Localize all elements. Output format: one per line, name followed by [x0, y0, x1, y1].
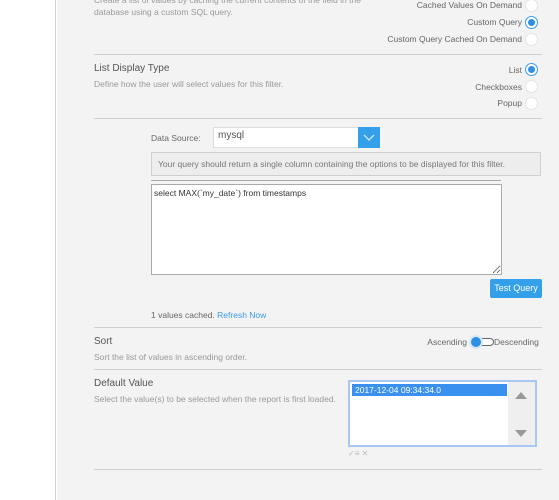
left-pane: [0, 0, 56, 500]
filter-settings-panel: Create a list of values by caching the c…: [57, 0, 559, 500]
default-value-title: Default Value: [94, 378, 154, 389]
query-info-box: Your query should return a single column…: [151, 152, 541, 176]
divider: [151, 180, 501, 181]
option-custom-query-label: Custom Query: [467, 17, 522, 27]
option-checkboxes-label: Checkboxes: [475, 82, 522, 92]
divider: [94, 118, 542, 119]
select-all-icon[interactable]: ✓≡: [348, 449, 359, 458]
data-source-value: mysql: [218, 130, 245, 141]
cached-status: 1 values cached. Refresh Now: [151, 310, 266, 320]
radio-custom-query[interactable]: [525, 16, 538, 29]
divider: [94, 469, 542, 470]
listbox-scrollbar[interactable]: [508, 382, 535, 445]
default-value-listbox[interactable]: 2017-12-04 09:34:34.0: [348, 380, 537, 447]
cached-count-text: 1 values cached.: [151, 310, 215, 320]
radio-custom-query-cached[interactable]: [525, 33, 538, 46]
radio-list[interactable]: [525, 63, 538, 76]
display-type-description: Define how the user will select values f…: [94, 79, 284, 89]
listbox-actions: ✓≡ ✕: [348, 449, 368, 458]
divider: [94, 327, 542, 328]
display-type-title: List Display Type: [94, 63, 170, 74]
data-source-select[interactable]: mysql: [213, 127, 380, 148]
option-cached-values-label: Cached Values On Demand: [416, 0, 522, 10]
test-query-button[interactable]: Test Query: [490, 279, 542, 298]
refresh-now-link[interactable]: Refresh Now: [217, 310, 266, 320]
chevron-down-icon: [363, 134, 375, 141]
radio-checkboxes[interactable]: [525, 80, 538, 93]
default-value-option[interactable]: 2017-12-04 09:34:34.0: [352, 384, 507, 396]
option-custom-query-cached-label: Custom Query Cached On Demand: [387, 34, 522, 44]
sort-toggle-knob[interactable]: [471, 337, 481, 347]
radio-cached-values[interactable]: [525, 0, 538, 12]
option-popup-label: Popup: [497, 98, 522, 108]
clear-icon[interactable]: ✕: [362, 449, 369, 458]
divider: [94, 369, 542, 370]
sort-description: Sort the list of values in ascending ord…: [94, 352, 248, 362]
custom-query-textarea[interactable]: select MAX(`my_date`) from timestamps: [151, 184, 502, 275]
default-value-description: Select the value(s) to be selected when …: [94, 394, 336, 404]
scroll-down-icon[interactable]: [515, 430, 527, 437]
option-list-label: List: [508, 65, 522, 75]
data-source-label: Data Source:: [151, 133, 201, 143]
scroll-up-icon[interactable]: [515, 392, 527, 399]
query-info-text: Your query should return a single column…: [158, 159, 505, 169]
sort-title: Sort: [94, 336, 113, 347]
sort-toggle[interactable]: [470, 336, 494, 348]
sort-ascending-label: Ascending: [427, 337, 467, 347]
data-source-dropdown-button[interactable]: [358, 127, 380, 148]
divider: [94, 54, 542, 55]
radio-popup[interactable]: [525, 97, 538, 110]
sort-descending-label: Descending: [494, 337, 539, 347]
